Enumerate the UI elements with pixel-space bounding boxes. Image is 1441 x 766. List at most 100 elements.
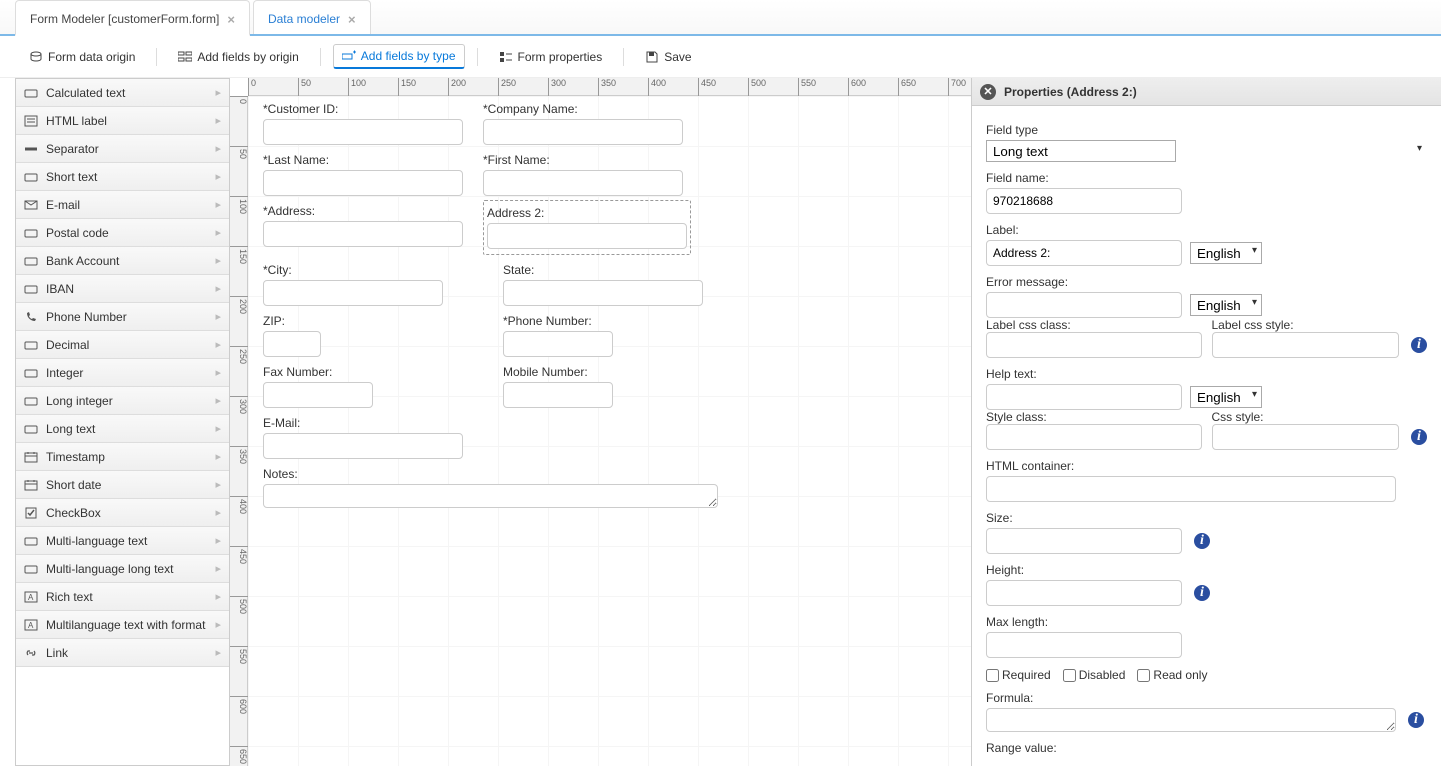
help-lang-select[interactable]: English <box>1190 386 1262 408</box>
disabled-checkbox[interactable]: Disabled <box>1063 668 1126 682</box>
properties-panel: ✕ Properties (Address 2:) Field type Lon… <box>971 78 1441 766</box>
zip-input[interactable] <box>263 331 321 357</box>
selected-field-address2[interactable]: Address 2: <box>483 200 691 255</box>
palette-item[interactable]: Phone Number▸ <box>16 303 229 331</box>
palette-item[interactable]: Short text▸ <box>16 163 229 191</box>
field-label: Mobile Number: <box>503 365 613 379</box>
separator <box>156 48 157 66</box>
ruler-vertical: 0501001502002503003504004505005506006507… <box>230 96 248 766</box>
field-type-icon <box>24 507 38 519</box>
label-lang-select[interactable]: English <box>1190 242 1262 264</box>
mobile-input[interactable] <box>503 382 613 408</box>
info-icon[interactable]: i <box>1411 337 1427 353</box>
form-properties-button[interactable]: Form properties <box>490 45 612 69</box>
field-label: *Phone Number: <box>503 314 613 328</box>
field-name-input[interactable] <box>986 188 1182 214</box>
add-fields-by-origin-button[interactable]: Add fields by origin <box>169 45 307 69</box>
palette-item[interactable]: Link ▸ <box>16 639 229 667</box>
field-type-icon <box>24 339 38 351</box>
palette-item[interactable]: Decimal▸ <box>16 331 229 359</box>
readonly-checkbox[interactable]: Read only <box>1137 668 1207 682</box>
palette-item[interactable]: Long text▸ <box>16 415 229 443</box>
palette-item[interactable]: Timestamp▸ <box>16 443 229 471</box>
palette-item[interactable]: AMultilanguage text with format▸ <box>16 611 229 639</box>
field-label: *First Name: <box>483 153 683 167</box>
label-input[interactable] <box>986 240 1182 266</box>
flag-icon: ▸ <box>215 646 221 659</box>
palette-item[interactable]: Integer▸ <box>16 359 229 387</box>
info-icon[interactable]: i <box>1194 585 1210 601</box>
palette-item-label: Bank Account <box>46 254 119 268</box>
customer-id-input[interactable] <box>263 119 463 145</box>
info-icon[interactable]: i <box>1411 429 1427 445</box>
form-canvas[interactable]: *Customer ID: *Company Name: *Last Name:… <box>248 96 971 766</box>
state-input[interactable] <box>503 280 703 306</box>
label-css-style-input[interactable] <box>1212 332 1400 358</box>
palette-item[interactable]: Short date▸ <box>16 471 229 499</box>
height-input[interactable] <box>986 580 1182 606</box>
palette-item-label: Timestamp <box>46 450 105 464</box>
palette-item[interactable]: Multi-language long text▸ <box>16 555 229 583</box>
prop-label: Css style: <box>1212 410 1264 424</box>
close-icon[interactable]: ✕ <box>980 84 996 100</box>
palette-item[interactable]: HTML label▸ <box>16 107 229 135</box>
save-button[interactable]: Save <box>636 45 700 69</box>
field-type-icon <box>24 395 38 407</box>
notes-input[interactable] <box>263 484 718 508</box>
palette-item-label: Short date <box>46 478 101 492</box>
form-data-origin-button[interactable]: Form data origin <box>20 45 144 69</box>
city-input[interactable] <box>263 280 443 306</box>
palette-item[interactable]: E-mail▸ <box>16 191 229 219</box>
address-input[interactable] <box>263 221 463 247</box>
svg-text:A: A <box>28 621 34 630</box>
close-icon[interactable]: × <box>227 12 235 27</box>
phone-input[interactable] <box>503 331 613 357</box>
palette-item-label: CheckBox <box>46 506 101 520</box>
properties-header: ✕ Properties (Address 2:) <box>972 78 1441 106</box>
first-name-input[interactable] <box>483 170 683 196</box>
field-icon <box>342 50 356 62</box>
tab-label: Data modeler <box>268 12 340 26</box>
palette-item[interactable]: Multi-language text▸ <box>16 527 229 555</box>
company-name-input[interactable] <box>483 119 683 145</box>
prop-label: Range value: <box>986 741 1427 755</box>
address2-input[interactable] <box>487 223 687 249</box>
field-label: ZIP: <box>263 314 483 328</box>
css-style-input[interactable] <box>1212 424 1400 450</box>
last-name-input[interactable] <box>263 170 463 196</box>
tab-data-modeler[interactable]: Data modeler × <box>253 0 371 34</box>
palette-item[interactable]: Bank Account▸ <box>16 247 229 275</box>
palette-item[interactable]: IBAN▸ <box>16 275 229 303</box>
size-input[interactable] <box>986 528 1182 554</box>
error-message-input[interactable] <box>986 292 1182 318</box>
field-type-select[interactable]: Long text <box>986 140 1176 162</box>
style-class-input[interactable] <box>986 424 1202 450</box>
fax-input[interactable] <box>263 382 373 408</box>
palette-item[interactable]: Separator▸ <box>16 135 229 163</box>
palette-item[interactable]: ARich text▸ <box>16 583 229 611</box>
required-checkbox[interactable]: Required <box>986 668 1051 682</box>
info-icon[interactable]: i <box>1408 712 1424 728</box>
add-fields-by-type-button[interactable]: Add fields by type <box>333 44 465 69</box>
palette-item[interactable]: CheckBox▸ <box>16 499 229 527</box>
svg-text:A: A <box>28 593 34 602</box>
tab-form-modeler[interactable]: Form Modeler [customerForm.form] × <box>15 0 250 36</box>
html-container-input[interactable] <box>986 476 1396 502</box>
flag-icon: ▸ <box>215 338 221 351</box>
palette-item[interactable]: Postal code▸ <box>16 219 229 247</box>
toolbar: Form data origin Add fields by origin Ad… <box>0 36 1441 78</box>
palette-item[interactable]: Long integer▸ <box>16 387 229 415</box>
formula-input[interactable] <box>986 708 1396 732</box>
label-css-class-input[interactable] <box>986 332 1202 358</box>
help-text-input[interactable] <box>986 384 1182 410</box>
info-icon[interactable]: i <box>1194 533 1210 549</box>
error-lang-select[interactable]: English <box>1190 294 1262 316</box>
field-type-icon <box>24 311 38 323</box>
palette-item-label: Link <box>46 646 68 660</box>
close-icon[interactable]: × <box>348 12 356 27</box>
prop-label: Error message: <box>986 275 1427 289</box>
max-length-input[interactable] <box>986 632 1182 658</box>
email-input[interactable] <box>263 433 463 459</box>
field-type-icon <box>24 115 38 127</box>
palette-item[interactable]: Calculated text▸ <box>16 79 229 107</box>
